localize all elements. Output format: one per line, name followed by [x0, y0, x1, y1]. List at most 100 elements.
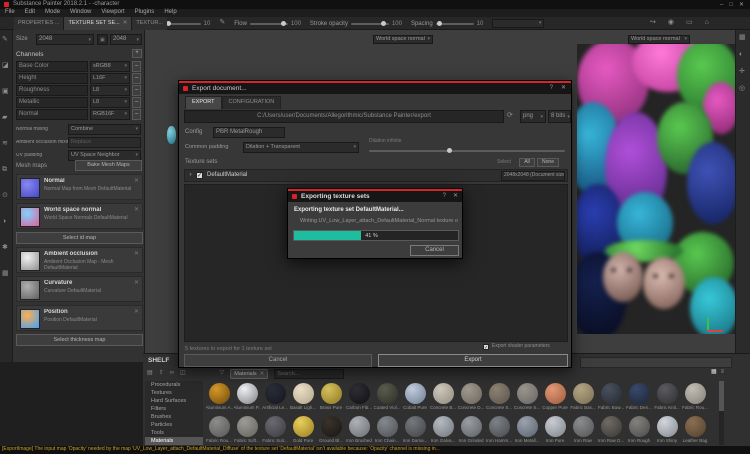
display-toggle-icon[interactable]: ◑ — [2, 218, 6, 226]
slider-handle[interactable] — [381, 20, 387, 26]
material-item[interactable]: Fabric Rou... — [681, 381, 709, 414]
shader-params-checkbox[interactable]: ✓ — [483, 344, 489, 351]
slider-track[interactable] — [162, 20, 201, 26]
mesh-map-position[interactable]: Position Position DefaultMaterial ✕ — [16, 305, 143, 331]
material-item[interactable]: Coated Viol... — [373, 381, 401, 414]
material-item[interactable]: Concrete S... — [513, 381, 541, 414]
mesh-map-ambient-occlusion[interactable]: Ambient occlusion Ambient Occlusion Map -… — [16, 247, 143, 273]
slider-handle[interactable] — [437, 20, 443, 26]
material-sphere-icon[interactable]: ◐ — [739, 51, 743, 59]
channel-name-field[interactable]: Height — [16, 73, 88, 84]
import-icon[interactable]: ⇧ — [159, 370, 164, 377]
channel-name-field[interactable]: Metallic — [16, 97, 88, 108]
help-icon[interactable]: ? — [550, 85, 553, 92]
materials-filter-chip[interactable]: Materials ✕ — [230, 369, 269, 379]
select-all-button[interactable]: All — [519, 158, 535, 167]
close-button[interactable]: ✕ — [739, 1, 744, 8]
material-item[interactable]: Iron Brushed — [345, 414, 373, 447]
material-item[interactable]: Iron Galva... — [429, 414, 457, 447]
material-item[interactable]: Iron Shiny — [653, 414, 681, 447]
material-item[interactable]: Concrete D... — [457, 381, 485, 414]
material-item[interactable]: Iron Chain... — [373, 414, 401, 447]
minimize-button[interactable]: – — [720, 2, 723, 8]
material-item[interactable]: Iron Pure — [541, 414, 569, 447]
tab-properties[interactable]: PROPERTIES ... — [14, 17, 65, 30]
material-item[interactable]: Copper Pure — [541, 381, 569, 414]
tab-close-icon[interactable]: ✕ — [123, 20, 128, 26]
material-item[interactable]: Fabric Soft... — [233, 414, 261, 447]
folder-icon[interactable]: ▤ — [147, 370, 153, 377]
channel-format-dropdown[interactable]: sRGB8 ▾ — [90, 61, 130, 72]
material-item[interactable]: Aluminium P... — [233, 381, 261, 414]
tab-texture[interactable]: TEXTUR... — [132, 17, 167, 30]
size-width-dropdown[interactable]: 2048 ▾ — [36, 34, 94, 45]
size-height-dropdown[interactable]: 2048 ▾ — [110, 34, 142, 45]
refresh-icon[interactable]: ⟳ — [507, 112, 513, 120]
material-item[interactable]: Artificial Le... — [261, 381, 289, 414]
material-item[interactable]: Fabric Bas... — [569, 381, 597, 414]
search-input[interactable] — [274, 369, 345, 379]
slider-handle[interactable] — [281, 20, 287, 26]
shelf-scrollbar[interactable] — [719, 381, 724, 445]
home-icon[interactable]: ⌂ — [705, 19, 709, 27]
slider-track[interactable] — [249, 20, 288, 26]
channel-name-field[interactable]: Base Color — [16, 61, 88, 72]
paint-brush-icon[interactable]: ✎ — [2, 36, 8, 44]
remove-channel-button[interactable]: – — [132, 97, 141, 108]
help-icon[interactable]: ? — [443, 193, 446, 200]
material-item[interactable]: Ground Bl... — [317, 414, 345, 447]
select-map-button[interactable]: Select thickness map — [16, 334, 143, 346]
tab-texture-set-settings[interactable]: TEXTURE SET SE... ✕ — [64, 17, 133, 30]
list-view-icon[interactable]: ≡ — [721, 369, 725, 376]
select-map-button[interactable]: Select id map — [16, 232, 143, 244]
remove-channel-button[interactable]: – — [132, 109, 141, 120]
chip-close-icon[interactable]: ✕ — [260, 371, 265, 377]
link-icon[interactable]: ∞ — [170, 370, 174, 377]
material-item[interactable]: Basalt Ligh... — [289, 381, 317, 414]
expander-icon[interactable]: › — [185, 172, 196, 179]
slider-track[interactable] — [435, 20, 474, 26]
material-item[interactable]: Iron Rough — [625, 414, 653, 447]
remove-channel-button[interactable]: – — [132, 73, 141, 84]
config-value[interactable]: PBR MetalRough — [213, 127, 285, 138]
map-close-icon[interactable]: ✕ — [134, 308, 139, 315]
mesh-map-normal[interactable]: Normal Normal Map from Mesh DefaultMateri… — [16, 174, 143, 200]
texture-set-row[interactable]: › ✓ DefaultMaterial 2048x2048 (Document … — [184, 169, 568, 182]
texture-set-size-dropdown[interactable]: 2048x2048 (Document size)▾ — [501, 170, 565, 181]
redo-icon[interactable]: ↪ — [650, 19, 656, 27]
shader-dropdown-3d[interactable]: World space normal ▾ — [373, 35, 433, 44]
material-item[interactable]: Fabric Rou... — [205, 414, 233, 447]
map-close-icon[interactable]: ✕ — [134, 206, 139, 213]
menu-help[interactable]: Help — [159, 9, 181, 16]
material-item[interactable]: Iron Raw D... — [597, 414, 625, 447]
material-item[interactable]: Concrete B... — [429, 381, 457, 414]
material-item[interactable]: Iron Raw — [569, 414, 597, 447]
toolbar-slider-spacing[interactable]: Spacing 10 — [411, 20, 483, 27]
padding-dropdown[interactable]: Dilation + Transparent ▾ — [243, 142, 359, 153]
menu-window[interactable]: Window — [65, 9, 96, 16]
menu-mode[interactable]: Mode — [40, 9, 65, 16]
export-confirm-button[interactable]: Export — [378, 354, 568, 367]
material-item[interactable]: Gold Pure — [289, 414, 317, 447]
bit-depth-dropdown[interactable]: 8 bits ▾ — [548, 110, 571, 123]
shelf-category-materials[interactable]: Materials — [145, 437, 203, 445]
shelf-category-textures[interactable]: Textures — [145, 389, 203, 397]
material-item[interactable]: Iron Hamm... — [485, 414, 513, 447]
material-item[interactable]: Fabric Den... — [625, 381, 653, 414]
material-item[interactable]: Fabric Knit... — [653, 381, 681, 414]
map-close-icon[interactable]: ✕ — [134, 250, 139, 257]
projection-icon[interactable]: ▣ — [2, 88, 9, 96]
tab-configuration[interactable]: CONFIGURATION — [221, 95, 282, 109]
material-item[interactable]: Iron Grinded — [457, 414, 485, 447]
symmetry-dropdown[interactable]: ▾ — [492, 19, 545, 28]
grid-icon[interactable]: ▦ — [2, 270, 9, 278]
add-channel-button[interactable]: + — [132, 49, 142, 58]
map-close-icon[interactable]: ✕ — [134, 177, 139, 184]
grid-view-icon[interactable]: ▦ — [711, 369, 717, 376]
channel-name-field[interactable]: Roughness — [16, 85, 88, 96]
shelf-category-hard-surfaces[interactable]: Hard Surfaces — [145, 397, 203, 405]
mesh-map-curvature[interactable]: Curvature Curvature DefaultMaterial ✕ — [16, 276, 143, 302]
material-item[interactable]: Concrete S... — [485, 381, 513, 414]
shelf-category-tools[interactable]: Tools — [145, 429, 203, 437]
panel-icon[interactable]: ◫ — [180, 370, 186, 377]
